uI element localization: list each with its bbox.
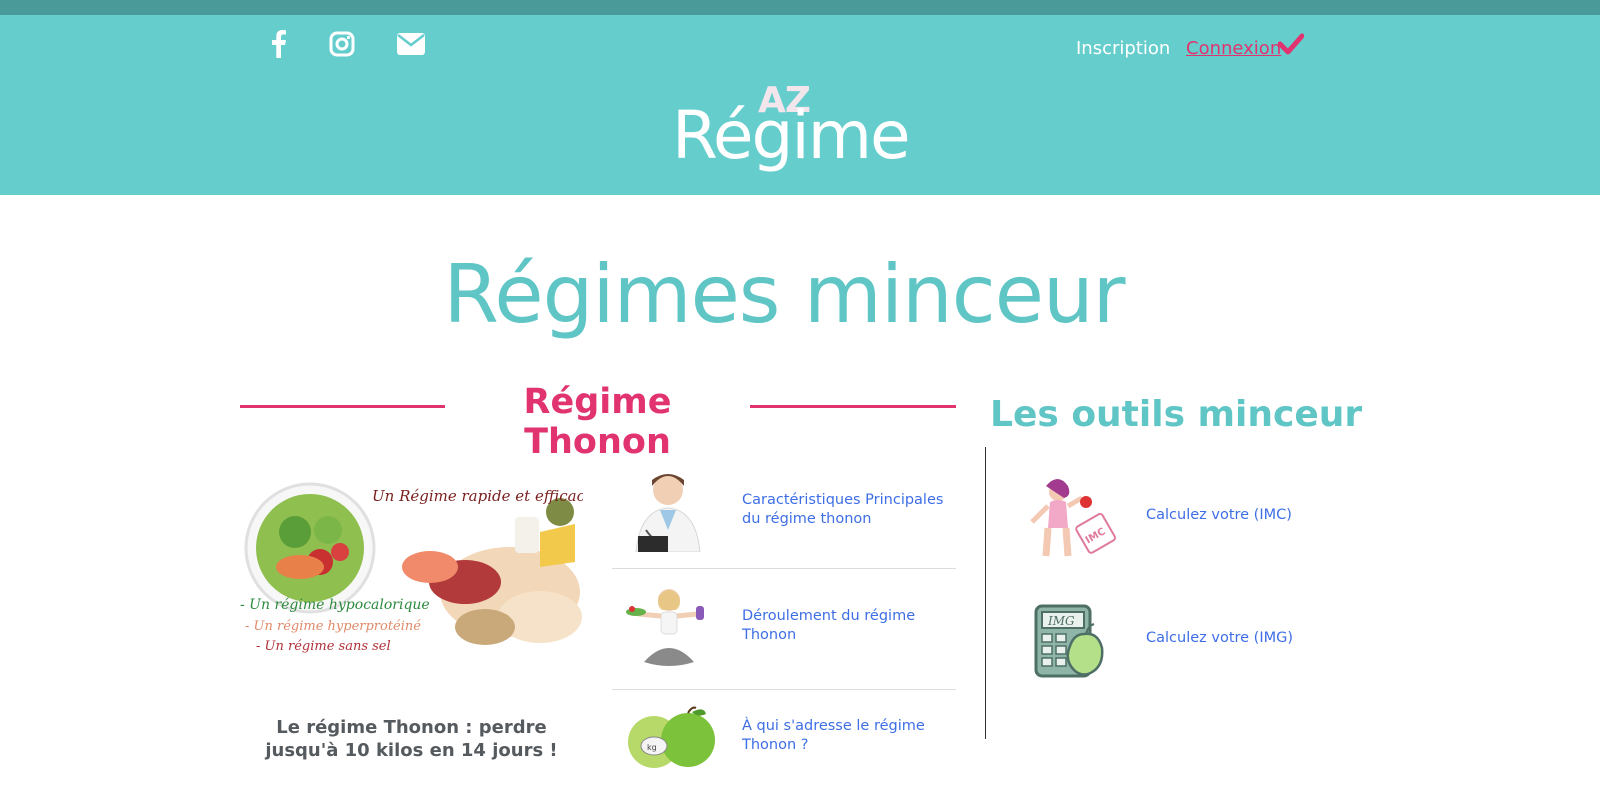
doctor-thumbnail[interactable] xyxy=(626,470,712,556)
promo-image[interactable]: Un Régime rapide et efficace - Un régime… xyxy=(240,472,594,668)
promo-caption: Le régime Thonon : perdre jusqu'à 10 kil… xyxy=(265,717,558,761)
img-calculator-icon[interactable]: IMG xyxy=(1034,604,1108,684)
top-accent-bar xyxy=(0,0,1600,15)
article-link-caracteristiques-label[interactable]: Caractéristiques Principales du régime t… xyxy=(742,491,947,529)
page-title: Régimes minceur xyxy=(443,248,1125,341)
instagram-icon[interactable] xyxy=(326,28,358,60)
tool-imc-label[interactable]: Calculez votre (IMC) xyxy=(1146,507,1292,523)
svg-text:kg: kg xyxy=(647,743,657,752)
vertical-divider xyxy=(985,447,986,739)
list-separator xyxy=(612,568,956,569)
img-badge: IMG xyxy=(1047,614,1075,628)
article-link-deroulement[interactable]: Déroulement du régime Thonon xyxy=(612,584,956,670)
promo-bullet-3: - Un régime sans sel xyxy=(256,639,391,654)
promo-heading: Un Régime rapide et efficace xyxy=(372,487,583,505)
article-link-deroulement-label[interactable]: Déroulement du régime Thonon xyxy=(742,607,947,645)
tool-img-label[interactable]: Calculez votre (IMG) xyxy=(1146,630,1293,646)
fitness-woman-thumbnail[interactable] xyxy=(626,584,712,674)
section-divider-left xyxy=(240,405,445,408)
article-link-caracteristiques[interactable]: Caractéristiques Principales du régime t… xyxy=(612,470,956,554)
section-title: Régime Thonon xyxy=(523,382,672,462)
imc-icon[interactable]: IMC xyxy=(1010,476,1118,566)
connexion-link[interactable]: Connexion xyxy=(1186,38,1281,59)
tools-title: Les outils minceur xyxy=(990,394,1363,435)
inscription-link[interactable]: Inscription xyxy=(1076,38,1170,59)
promo-bullet-2: - Un régime hyperprotéiné xyxy=(245,619,421,634)
article-link-a-qui[interactable]: kg À qui s'adresse le régime Thonon ? xyxy=(612,704,956,774)
article-link-a-qui-label[interactable]: À qui s'adresse le régime Thonon ? xyxy=(742,717,947,755)
logo-regime[interactable]: Régime xyxy=(672,96,911,176)
envelope-icon[interactable] xyxy=(395,28,427,60)
apples-thumbnail[interactable]: kg xyxy=(626,704,716,774)
facebook-icon[interactable] xyxy=(266,28,292,60)
check-icon xyxy=(1277,33,1305,59)
list-separator xyxy=(612,689,956,690)
section-divider-right xyxy=(750,405,956,408)
promo-bullet-1: - Un régime hypocalorique xyxy=(240,597,430,613)
